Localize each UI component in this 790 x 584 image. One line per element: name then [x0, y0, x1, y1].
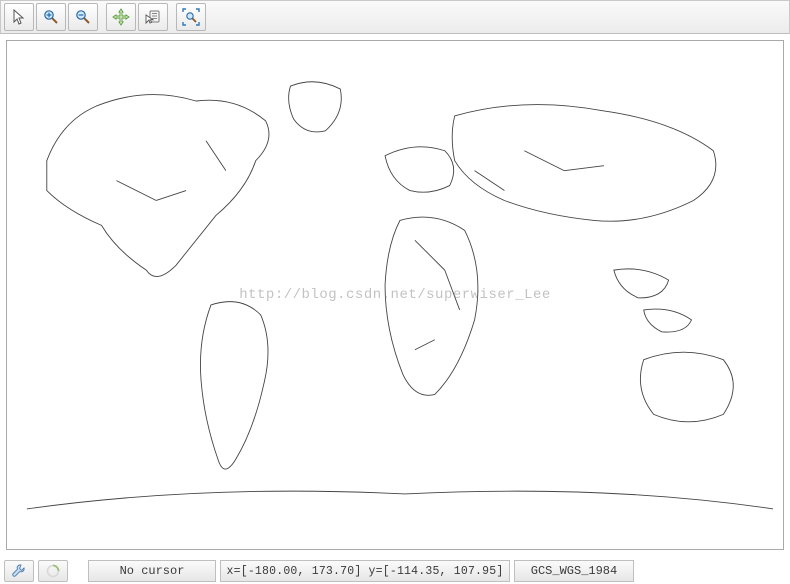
identify-icon [145, 9, 161, 25]
pan-icon [112, 8, 130, 26]
spinner-icon [45, 563, 61, 579]
measure-tool-button[interactable] [4, 560, 34, 582]
toolbar-separator [170, 3, 174, 31]
cursor-position-cell: No cursor [88, 560, 216, 582]
zoom-in-icon [43, 9, 59, 25]
crs-label: GCS_WGS_1984 [531, 564, 617, 578]
full-extent-tool-button[interactable] [176, 3, 206, 31]
identify-tool-button[interactable] [138, 3, 168, 31]
full-extent-icon [182, 8, 200, 26]
toolbar [0, 0, 790, 34]
map-viewport[interactable]: http://blog.csdn.net/superwiser_Lee [6, 40, 784, 550]
zoom-in-tool-button[interactable] [36, 3, 66, 31]
map-extent-cell: x=[-180.00, 173.70] y=[-114.35, 107.95] [220, 560, 510, 582]
pointer-icon [11, 9, 27, 25]
status-bar: No cursor x=[-180.00, 173.70] y=[-114.35… [0, 558, 790, 584]
zoom-out-tool-button[interactable] [68, 3, 98, 31]
zoom-out-icon [75, 9, 91, 25]
toolbar-separator [100, 3, 104, 31]
crs-button[interactable]: GCS_WGS_1984 [514, 560, 634, 582]
world-outline-layer [7, 41, 783, 549]
pan-tool-button[interactable] [106, 3, 136, 31]
map-extent-text: x=[-180.00, 173.70] y=[-114.35, 107.95] [227, 565, 504, 578]
progress-indicator [38, 560, 68, 582]
wrench-icon [11, 563, 27, 579]
cursor-position-text: No cursor [120, 564, 185, 578]
pointer-tool-button[interactable] [4, 3, 34, 31]
